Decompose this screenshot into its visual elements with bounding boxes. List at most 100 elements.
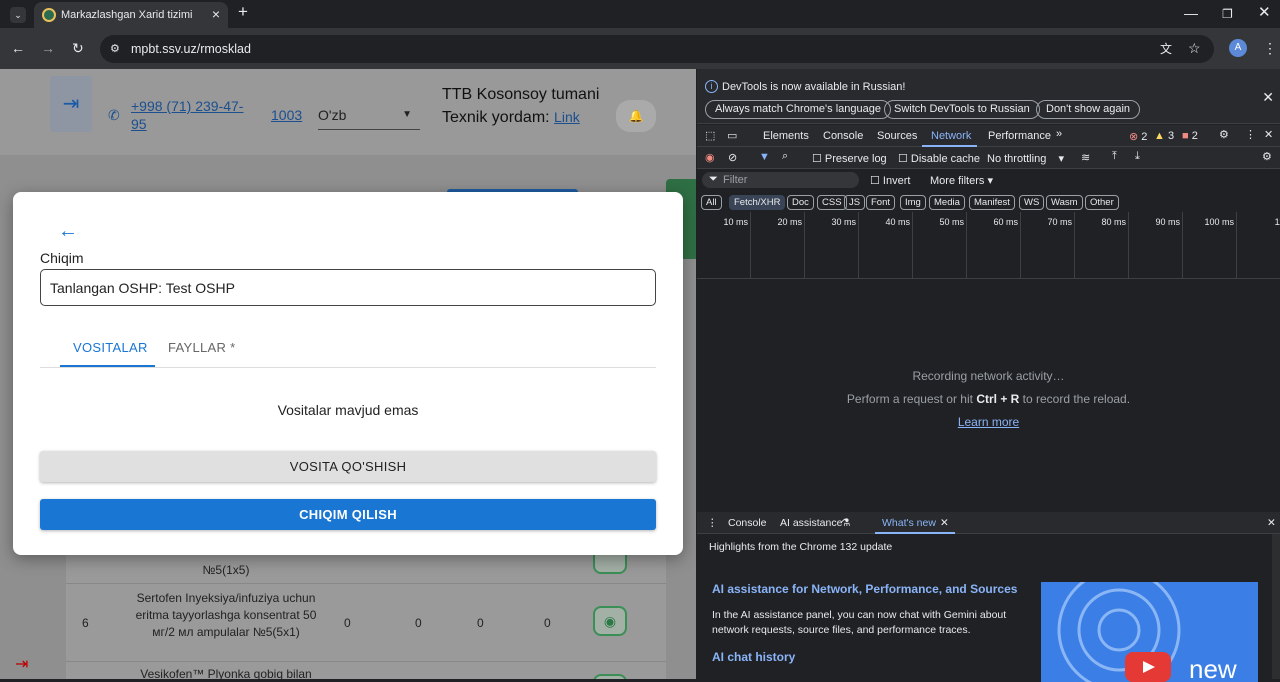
drawer-tab-console[interactable]: Console [728, 517, 767, 529]
warning-count-value: 3 [1167, 130, 1175, 142]
minimize-icon[interactable]: — [1184, 6, 1198, 20]
article-text: In the AI assistance panel, you can now … [712, 609, 1007, 636]
article2-title[interactable]: AI chat history [712, 650, 795, 664]
tab-fayllar[interactable]: FAYLLAR * [168, 340, 236, 355]
timeline-tick: 30 ms [805, 212, 859, 279]
error-icon: ⊗ [1129, 131, 1139, 143]
new-tab-button[interactable]: + [238, 3, 248, 20]
inspect-icon[interactable]: ⬚ [705, 129, 715, 142]
type-filter-css[interactable]: CSS [817, 195, 847, 210]
type-filter-font[interactable]: Font [866, 195, 896, 210]
type-filter-js[interactable]: JS [844, 195, 866, 210]
network-overview-timeline[interactable]: 10 ms 20 ms 30 ms 40 ms 50 ms 60 ms 70 m… [697, 212, 1280, 279]
browser-tab[interactable]: Markazlashgan Xarid tizimi × [34, 2, 228, 28]
preserve-log-checkbox[interactable]: ☐ Preserve log [812, 152, 887, 165]
type-filter-img[interactable]: Img [900, 195, 926, 210]
record-icon[interactable]: ◉ [705, 151, 715, 164]
profile-avatar[interactable]: A [1229, 39, 1247, 57]
devtools-drawer: ⋮ Console AI assistance ⚗ What's new ✕ ✕… [697, 512, 1280, 682]
article-title[interactable]: AI assistance for Network, Performance, … [712, 582, 1017, 596]
submit-chiqim-button[interactable]: CHIQIM QILISH [40, 499, 656, 530]
add-item-button[interactable]: VOSITA QO'SHISH [40, 451, 656, 482]
filter-funnel-icon[interactable]: ▼ [759, 151, 770, 163]
tab-sources[interactable]: Sources [877, 130, 917, 142]
drawer-menu-icon[interactable]: ⋮ [707, 517, 718, 529]
filter-input[interactable]: ⏷ Filter [702, 172, 859, 188]
dont-show-button[interactable]: Don't show again [1036, 100, 1141, 119]
tab-search-icon[interactable]: ⌄ [10, 7, 26, 23]
settings-gear-icon[interactable]: ⚙ [1219, 128, 1229, 141]
promo-video-thumbnail[interactable]: new [1041, 582, 1258, 682]
browser-menu-icon[interactable]: ⋮ [1263, 41, 1277, 55]
close-devtools-icon[interactable]: ✕ [1264, 128, 1273, 141]
type-filter-doc[interactable]: Doc [787, 195, 814, 210]
timeline-tick: 50 ms [913, 212, 967, 279]
devtools-menu-icon[interactable]: ⋮ [1245, 128, 1256, 141]
type-filter-media[interactable]: Media [929, 195, 965, 210]
view-button[interactable]: ◉ [593, 606, 627, 636]
close-drawer-icon[interactable]: ✕ [1267, 517, 1276, 529]
logout-icon[interactable]: ⇥ [15, 654, 28, 674]
clear-icon[interactable]: ⊘ [728, 151, 737, 164]
phone-link[interactable]: +998 (71) 239-47-95 [131, 97, 256, 133]
drawer-active-indicator [875, 532, 955, 534]
language-select[interactable]: O'zb ▼ [318, 107, 420, 130]
tab-network[interactable]: Network [931, 130, 971, 142]
url-text: mpbt.ssv.uz/rmosklad [131, 42, 251, 56]
type-filter-wasm[interactable]: Wasm [1046, 195, 1083, 210]
preserve-log-label: Preserve log [824, 153, 887, 165]
invert-checkbox[interactable]: ☐ Invert [870, 174, 910, 187]
restore-icon[interactable]: ❐ [1222, 7, 1233, 21]
tab-console[interactable]: Console [823, 130, 863, 142]
learn-more-link[interactable]: Learn more [958, 415, 1019, 429]
drawer-tab-ai-assistance[interactable]: AI assistance [780, 517, 842, 529]
translate-icon[interactable]: 文 [1160, 42, 1172, 56]
support-link[interactable]: Link [554, 109, 580, 125]
back-arrow-icon[interactable]: ← [58, 220, 78, 243]
drawer-scrollbar[interactable] [1272, 534, 1280, 679]
warning-count[interactable]: ▲ 3 [1154, 130, 1174, 142]
bookmark-star-icon[interactable]: ☆ [1188, 41, 1201, 55]
type-filter-ws[interactable]: WS [1019, 195, 1045, 210]
match-language-button[interactable]: Always match Chrome's language [705, 100, 891, 119]
error-count[interactable]: ⊗ 2 [1129, 130, 1147, 143]
throttling-select[interactable]: No throttling ▾ [987, 152, 1064, 165]
tab-performance[interactable]: Performance [988, 130, 1051, 142]
close-whats-new-icon[interactable]: ✕ [940, 517, 949, 529]
back-icon[interactable]: ← [11, 41, 25, 55]
forward-icon[interactable]: → [41, 41, 55, 55]
search-icon[interactable]: ⌕ [782, 150, 788, 163]
type-filter-fetch-xhr[interactable]: Fetch/XHR [729, 195, 786, 210]
tab-elements[interactable]: Elements [763, 130, 809, 142]
row-name: №5(1x5) [202, 563, 250, 577]
close-window-icon[interactable]: ✕ [1258, 5, 1271, 20]
notification-bell-button[interactable]: 🔔 [616, 100, 656, 132]
reload-icon[interactable]: ↻ [72, 41, 84, 55]
timeline-tick: 40 ms [859, 212, 913, 279]
tab-close-icon[interactable]: × [212, 6, 220, 22]
network-conditions-icon[interactable]: ≋ [1081, 151, 1090, 164]
bell-icon: 🔔 [628, 109, 644, 123]
view-button[interactable] [593, 674, 627, 679]
tab-vositalar[interactable]: VOSITALAR [73, 340, 148, 355]
type-filter-other[interactable]: Other [1085, 195, 1119, 210]
issues-count[interactable]: ■ 2 [1182, 130, 1198, 142]
device-toolbar-icon[interactable]: ▭ [727, 129, 737, 142]
close-infobar-icon[interactable]: ✕ [1262, 89, 1274, 106]
site-info-icon[interactable]: ⚙ [110, 42, 120, 56]
type-filter-all[interactable]: All [701, 195, 722, 210]
disable-cache-checkbox[interactable]: ☐ Disable cache [898, 152, 980, 165]
import-har-icon[interactable]: ⤒ [1112, 150, 1117, 163]
omnibox[interactable]: ⚙ mpbt.ssv.uz/rmosklad 文 ☆ [100, 35, 1214, 63]
more-filters-button[interactable]: More filters ▾ [930, 174, 993, 187]
sidebar-toggle-button[interactable]: ⇥ [50, 76, 92, 132]
drawer-tab-whats-new[interactable]: What's new [882, 517, 936, 529]
code-link[interactable]: 1003 [271, 107, 302, 123]
export-har-icon[interactable]: ⤓ [1135, 150, 1140, 163]
switch-russian-button[interactable]: Switch DevTools to Russian [884, 100, 1040, 119]
type-filter-manifest[interactable]: Manifest [969, 195, 1015, 210]
oshp-field[interactable]: Tanlangan OSHP: Test OSHP [40, 269, 656, 306]
issues-icon: ■ [1182, 130, 1189, 142]
network-settings-icon[interactable]: ⚙ [1262, 150, 1272, 163]
more-tabs-icon[interactable]: » [1056, 128, 1062, 140]
